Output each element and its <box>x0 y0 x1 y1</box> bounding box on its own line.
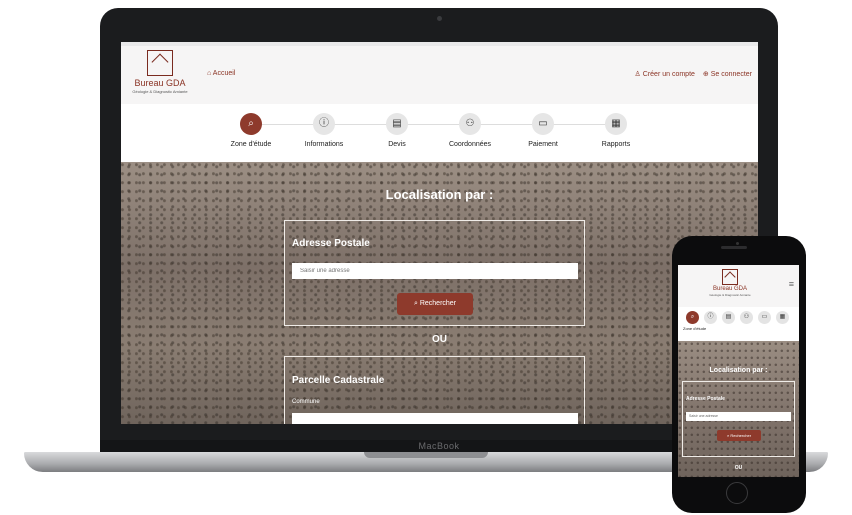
step-label: Paiement <box>528 141 558 148</box>
or-divider: OU <box>432 334 447 345</box>
search-button[interactable]: ⌕ Rechercher <box>397 293 473 315</box>
step-coordonnees[interactable]: ⚇ Coordonnées <box>435 113 505 148</box>
login-label: Se connecter <box>710 71 752 78</box>
mobile-hero: Localisation par : Adresse Postale Saisi… <box>678 341 799 477</box>
mobile-step-document-icon[interactable]: ▤ <box>722 311 735 324</box>
mobile-header: Bureau GDA Géologie & Diagnostic Amiante… <box>678 265 799 307</box>
address-input[interactable] <box>292 263 578 279</box>
nav-home-link[interactable]: ⌂ Accueil <box>207 70 235 77</box>
user-icon: ♙ <box>634 71 641 78</box>
hamburger-menu-icon[interactable]: ≡ <box>789 279 794 289</box>
search-button-label: Rechercher <box>419 300 457 307</box>
logo-tagline: Géologie & Diagnostic Amiante <box>132 89 188 94</box>
phone-home-button[interactable] <box>726 482 748 504</box>
document-icon: ▤ <box>386 113 408 135</box>
mobile-step-search-icon[interactable]: ⌕ <box>686 311 699 324</box>
laptop-notch <box>364 452 488 458</box>
site-logo[interactable]: Bureau GDA Géologie & Diagnostic Amiante <box>121 50 199 94</box>
cadastre-title: Parcelle Cadastrale <box>292 375 385 386</box>
phone-camera <box>736 242 739 245</box>
mobile-step-card-icon[interactable]: ▭ <box>758 311 771 324</box>
phone-screen: Bureau GDA Géologie & Diagnostic Amiante… <box>678 265 799 477</box>
mobile-search-button[interactable]: ⌕ Rechercher <box>717 430 761 441</box>
hero-section: Localisation par : Adresse Postale ⌕ Rec… <box>121 162 758 424</box>
search-icon: ⌕ <box>413 300 418 307</box>
nav-account: ♙ Créer un compte ⊕ Se connecter <box>635 70 752 78</box>
mobile-step-report-icon[interactable]: ▦ <box>776 311 789 324</box>
step-label: Informations <box>304 141 344 148</box>
step-informations[interactable]: ⓘ Informations <box>289 113 359 148</box>
mobile-logo-tagline: Géologie & Diagnostic Amiante <box>709 293 751 297</box>
mobile-hero-title: Localisation par : <box>709 367 768 374</box>
mobile-logo[interactable]: Bureau GDA Géologie & Diagnostic Amiante <box>700 269 760 297</box>
search-icon: ⌕ <box>726 433 730 438</box>
house-logo-icon <box>722 269 738 285</box>
mobile-address-card: Adresse Postale Saisir une adresse ⌕ Rec… <box>682 381 795 457</box>
step-label: Zone d'étude <box>230 141 272 148</box>
step-devis[interactable]: ▤ Devis <box>362 113 432 148</box>
commune-label: Commune <box>292 399 320 405</box>
step-paiement[interactable]: ▭ Paiement <box>508 113 578 148</box>
mobile-search-label: Rechercher <box>730 433 752 438</box>
phone-speaker <box>721 246 747 249</box>
laptop-screen: Bureau GDA Géologie & Diagnostic Amiante… <box>121 42 758 424</box>
report-icon: ▦ <box>605 113 627 135</box>
login-icon: ⊕ <box>702 71 709 78</box>
step-label: Coordonnées <box>448 141 492 148</box>
create-account-link[interactable]: ♙ Créer un compte <box>635 70 695 78</box>
create-account-label: Créer un compte <box>642 71 695 78</box>
commune-input[interactable] <box>292 413 578 424</box>
login-link[interactable]: ⊕ Se connecter <box>703 70 752 78</box>
mobile-address-input[interactable]: Saisir une adresse <box>686 412 791 421</box>
info-icon: ⓘ <box>313 113 335 135</box>
progress-stepper: ⌕ Zone d'étude ⓘ Informations ▤ Devis ⚇ … <box>121 104 758 162</box>
step-zone-etude[interactable]: ⌕ Zone d'étude <box>216 113 286 148</box>
home-icon: ⌂ <box>207 70 212 77</box>
mobile-address-title: Adresse Postale <box>686 396 725 402</box>
step-label: Devis <box>388 141 406 148</box>
cadastre-search-card: Parcelle Cadastrale Commune <box>284 356 585 424</box>
mobile-step-label: Zone d'étude <box>683 326 707 331</box>
mobile-step-contacts-icon[interactable]: ⚇ <box>740 311 753 324</box>
step-rapports[interactable]: ▦ Rapports <box>581 113 651 148</box>
laptop-camera <box>437 16 442 21</box>
step-label: Rapports <box>601 141 631 148</box>
house-logo-icon <box>147 50 173 76</box>
hero-title: Localisation par : <box>385 187 494 202</box>
address-search-card: Adresse Postale ⌕ Rechercher <box>284 220 585 326</box>
mobile-stepper: ⌕ ⓘ ▤ ⚇ ▭ ▦ Zone d'étude <box>678 307 799 341</box>
nav-home-label: Accueil <box>212 70 236 77</box>
address-section-title: Adresse Postale <box>292 238 370 249</box>
mobile-logo-name: Bureau GDA <box>712 286 748 292</box>
logo-name: Bureau GDA <box>134 78 186 88</box>
search-icon: ⌕ <box>240 113 262 135</box>
mobile-step-info-icon[interactable]: ⓘ <box>704 311 717 324</box>
contacts-icon: ⚇ <box>459 113 481 135</box>
site-header: Bureau GDA Géologie & Diagnostic Amiante… <box>121 46 758 104</box>
card-icon: ▭ <box>532 113 554 135</box>
mobile-or-divider: OU <box>734 465 743 471</box>
